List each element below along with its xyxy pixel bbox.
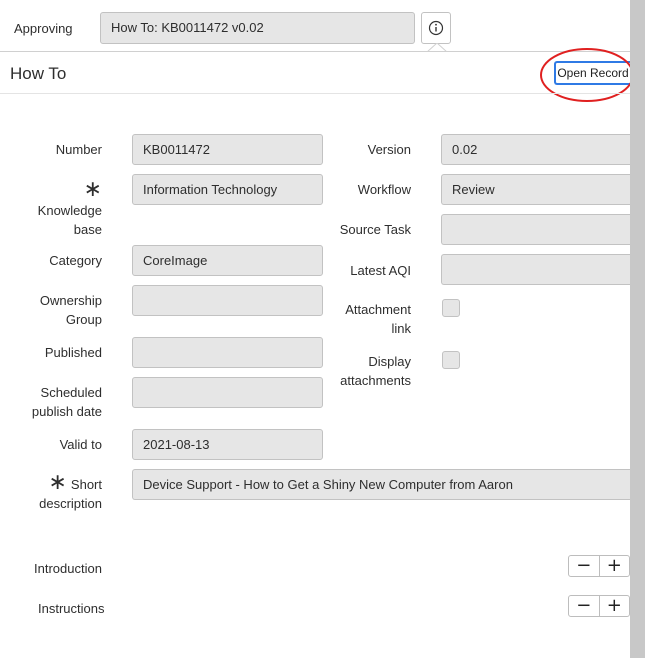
header-divider [0,93,630,94]
vertical-scrollbar[interactable] [630,0,645,658]
latest-aqi-label: Latest AQI [350,263,411,278]
attachment-link-label-line2: link [391,321,411,336]
knowledge-base-label-line1: Knowledge [37,203,102,218]
knowledge-base-field[interactable]: Information Technology [132,174,323,205]
approving-record-field[interactable]: How To: KB0011472 v0.02 [100,12,415,44]
attachment-link-label: Attachment link [345,300,411,338]
introduction-stepper[interactable]: − + [568,555,630,577]
approving-label: Approving [14,21,73,36]
ownership-group-field[interactable] [132,285,323,316]
attachment-link-label-line1: Attachment [345,302,411,317]
ownership-group-label-line1: Ownership [39,293,102,308]
ownership-group-label-line2: Group [65,312,102,327]
workflow-label: Workflow [357,182,411,197]
display-attachments-label-line1: Display [368,354,411,369]
source-task-field[interactable] [441,214,630,245]
short-description-label-line1: Short [70,477,102,492]
version-field[interactable]: 0.02 [441,134,630,165]
required-marker: ∗ [83,177,102,202]
approval-divider [0,51,630,52]
short-description-label: ∗ Short description [39,470,102,513]
instructions-stepper[interactable]: − + [568,595,630,617]
display-attachments-label: Display attachments [340,352,411,390]
attachment-link-checkbox[interactable] [442,299,460,317]
info-icon [428,20,444,36]
required-marker: ∗ [48,470,67,495]
scheduled-label-line2: publish date [31,404,102,419]
display-attachments-label-line2: attachments [340,373,411,388]
version-label: Version [367,142,411,157]
category-label: Category [49,253,102,268]
annotation-circle [540,48,634,102]
workflow-field[interactable]: Review [441,174,630,205]
valid-to-field[interactable]: 2021-08-13 [132,429,323,460]
introduction-label: Introduction [34,561,102,576]
instructions-label: Instructions [38,601,105,616]
number-field[interactable]: KB0011472 [132,134,323,165]
display-attachments-checkbox[interactable] [442,351,460,369]
source-task-label: Source Task [339,222,411,237]
scheduled-publish-date-label: Scheduled publish date [32,383,102,421]
plus-icon[interactable]: + [600,556,630,576]
number-label: Number [55,142,102,157]
minus-icon[interactable]: − [569,596,600,616]
info-button[interactable] [421,12,451,44]
short-description-label-line2: description [39,496,102,511]
published-label: Published [44,345,102,360]
minus-icon[interactable]: − [569,556,600,576]
published-field[interactable] [132,337,323,368]
scheduled-label-line1: Scheduled [40,385,102,400]
category-field[interactable]: CoreImage [132,245,323,276]
valid-to-label: Valid to [59,437,102,452]
plus-icon[interactable]: + [600,596,630,616]
scheduled-publish-date-field[interactable] [132,377,323,408]
page-title: How To [10,64,67,83]
knowledge-base-label-line2: base [73,222,102,237]
latest-aqi-field[interactable] [441,254,630,285]
short-description-field[interactable]: Device Support - How to Get a Shiny New … [132,469,630,500]
knowledge-base-label: ∗ Knowledge base [37,177,102,239]
ownership-group-label: Ownership Group [40,291,102,329]
